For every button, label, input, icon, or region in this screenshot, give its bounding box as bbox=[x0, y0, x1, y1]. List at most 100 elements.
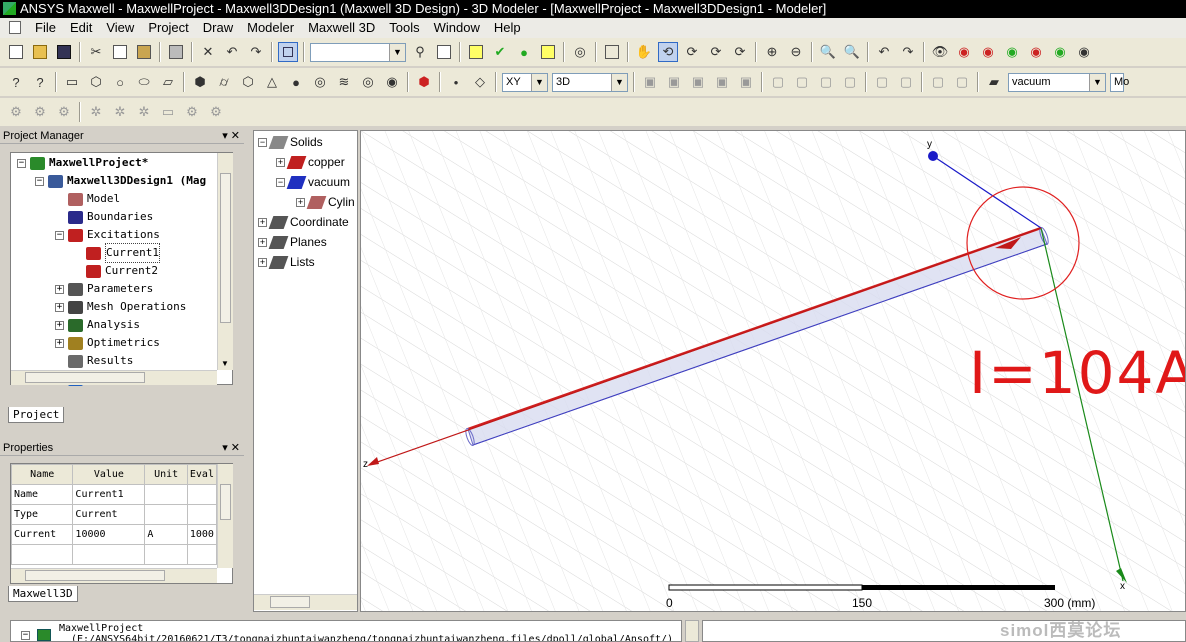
draw-polygon-icon[interactable]: ⬡ bbox=[86, 72, 106, 92]
measure-icon[interactable]: ▢ bbox=[928, 72, 948, 92]
expander-icon[interactable]: + bbox=[258, 257, 267, 267]
column-header[interactable]: Unit bbox=[144, 464, 188, 485]
modeler-viewport[interactable]: y x z I=104A 0 150 300 (mm) bbox=[360, 130, 1186, 612]
open-icon[interactable] bbox=[30, 42, 50, 62]
tree-item-parameters[interactable]: + Parameters bbox=[55, 280, 153, 298]
expander-icon[interactable]: + bbox=[55, 338, 64, 348]
coil-icon[interactable]: ✲ bbox=[110, 102, 130, 122]
hide-active-icon[interactable]: ◉ bbox=[1074, 42, 1094, 62]
selection-combo[interactable]: ▼ bbox=[310, 42, 406, 62]
assign-icon[interactable]: ⚙ bbox=[30, 102, 50, 122]
draw-cone-icon[interactable]: △ bbox=[262, 72, 282, 92]
plane-combo[interactable]: XY ▼ bbox=[502, 72, 548, 92]
model-tree-solids[interactable]: − Solids bbox=[258, 132, 323, 152]
analyze-icon[interactable]: ● bbox=[514, 42, 534, 62]
expander-icon[interactable]: − bbox=[35, 176, 44, 186]
property-row[interactable]: Current 10000 A 1000 bbox=[10, 524, 218, 545]
property-cell[interactable]: Current1 bbox=[72, 484, 146, 505]
expander-icon[interactable]: + bbox=[296, 197, 305, 207]
fit-icon[interactable]: ◎ bbox=[570, 42, 590, 62]
winding-icon[interactable]: ▭ bbox=[158, 102, 178, 122]
message-tree[interactable]: − MaxwellProject (E:/ANSYS64bit/20160621… bbox=[10, 620, 682, 642]
expander-icon[interactable]: − bbox=[55, 230, 64, 240]
mirror-icon[interactable]: ▢ bbox=[816, 72, 836, 92]
subtract-icon[interactable]: ▣ bbox=[664, 72, 684, 92]
tree-item-current2[interactable]: Current2 bbox=[73, 262, 158, 280]
tree-item-analysis[interactable]: + Analysis bbox=[55, 316, 140, 334]
draw-rectangle-icon[interactable]: ▱ bbox=[158, 72, 178, 92]
unite-icon[interactable]: ▣ bbox=[640, 72, 660, 92]
terminal-icon[interactable]: ✲ bbox=[134, 102, 154, 122]
expander-icon[interactable]: + bbox=[55, 284, 64, 294]
split-icon[interactable]: ▣ bbox=[712, 72, 732, 92]
redo-icon[interactable]: ↷ bbox=[246, 42, 266, 62]
force-icon[interactable]: ⚙ bbox=[182, 102, 202, 122]
delete-icon[interactable]: ✕ bbox=[198, 42, 218, 62]
model-tree-lists[interactable]: + Lists bbox=[258, 252, 315, 272]
wrap-icon[interactable]: ▢ bbox=[952, 72, 972, 92]
properties-close-icon[interactable]: ▾ ✕ bbox=[222, 440, 240, 456]
project-tree-vscroll[interactable]: ▼ bbox=[217, 153, 233, 370]
notes-icon[interactable] bbox=[466, 42, 486, 62]
material-icon[interactable]: ▰ bbox=[984, 72, 1004, 92]
undo-icon[interactable]: ↶ bbox=[222, 42, 242, 62]
project-tree-hscroll[interactable] bbox=[11, 370, 217, 385]
zoom-out-icon[interactable]: ⊖ bbox=[786, 42, 806, 62]
property-cell[interactable]: Current bbox=[72, 504, 146, 525]
properties-vscroll[interactable] bbox=[217, 464, 233, 568]
copy-icon[interactable] bbox=[110, 42, 130, 62]
message-vscroll[interactable] bbox=[685, 620, 699, 642]
menu-edit[interactable]: Edit bbox=[63, 18, 99, 38]
draw-helix-icon[interactable]: ≋ bbox=[334, 72, 354, 92]
model-tree-cylin[interactable]: + Cylin bbox=[296, 192, 355, 212]
tree-item-maxwellproject[interactable]: − MaxwellProject* bbox=[17, 154, 148, 172]
column-header[interactable]: Eval bbox=[186, 464, 218, 485]
menu-project[interactable]: Project bbox=[141, 18, 195, 38]
draw-circle-icon[interactable]: ○ bbox=[110, 72, 130, 92]
model-tree-copper[interactable]: + copper bbox=[276, 152, 345, 172]
expander-icon[interactable]: − bbox=[17, 158, 26, 168]
menu-maxwell3d[interactable]: Maxwell 3D bbox=[301, 18, 382, 38]
zoom-in-icon[interactable]: ⊕ bbox=[762, 42, 782, 62]
window-icon[interactable] bbox=[602, 42, 622, 62]
help-icon[interactable]: ? bbox=[6, 72, 26, 92]
mode-combo[interactable]: 3D ▼ bbox=[552, 72, 628, 92]
menu-view[interactable]: View bbox=[99, 18, 141, 38]
save-icon[interactable] bbox=[54, 42, 74, 62]
port-icon[interactable]: ✲ bbox=[86, 102, 106, 122]
expander-icon[interactable]: + bbox=[55, 302, 64, 312]
draw-cylinder-icon[interactable]: ⌭ bbox=[214, 72, 234, 92]
maxwell3d-tab[interactable]: Maxwell3D bbox=[8, 586, 78, 602]
tree-item-optimetrics[interactable]: + Optimetrics bbox=[55, 334, 160, 352]
print-icon[interactable] bbox=[166, 42, 186, 62]
menu-window[interactable]: Window bbox=[427, 18, 487, 38]
draw-spiral-icon[interactable]: ◎ bbox=[358, 72, 378, 92]
mesh-icon[interactable]: ⚙ bbox=[6, 102, 26, 122]
pan-icon[interactable]: ✋ bbox=[634, 42, 654, 62]
expander-icon[interactable]: + bbox=[258, 217, 267, 227]
cut-icon[interactable]: ✂ bbox=[86, 42, 106, 62]
move-icon[interactable]: ▢ bbox=[768, 72, 788, 92]
menu-modeler[interactable]: Modeler bbox=[240, 18, 301, 38]
column-header[interactable]: Value bbox=[72, 464, 146, 485]
scale-icon[interactable]: ▢ bbox=[872, 72, 892, 92]
intersect-icon[interactable]: ▣ bbox=[688, 72, 708, 92]
duplicate-icon[interactable]: ▢ bbox=[840, 72, 860, 92]
draw-torus-icon[interactable]: ◎ bbox=[310, 72, 330, 92]
properties-hscroll[interactable] bbox=[11, 568, 217, 583]
rotate-x-icon[interactable]: ⟳ bbox=[682, 42, 702, 62]
model-tree-hscroll[interactable] bbox=[254, 594, 357, 610]
model-tree-vacuum[interactable]: − vacuum bbox=[276, 172, 350, 192]
panel-close-icon[interactable]: ▾ ✕ bbox=[222, 128, 240, 144]
tree-item-mesh-operations[interactable]: + Mesh Operations bbox=[55, 298, 186, 316]
show-active-icon[interactable]: ◉ bbox=[1050, 42, 1070, 62]
show-all-icon[interactable]: ◉ bbox=[978, 42, 998, 62]
model-tree-coordinate[interactable]: + Coordinate bbox=[258, 212, 349, 232]
expander-icon[interactable]: − bbox=[258, 137, 267, 147]
boundary-icon[interactable]: ⚙ bbox=[54, 102, 74, 122]
model-tree-planes[interactable]: + Planes bbox=[258, 232, 327, 252]
point-icon[interactable]: • bbox=[446, 72, 466, 92]
menu-file[interactable]: File bbox=[28, 18, 63, 38]
new-icon[interactable] bbox=[6, 42, 26, 62]
draw-ellipse-icon[interactable]: ⬭ bbox=[134, 72, 154, 92]
